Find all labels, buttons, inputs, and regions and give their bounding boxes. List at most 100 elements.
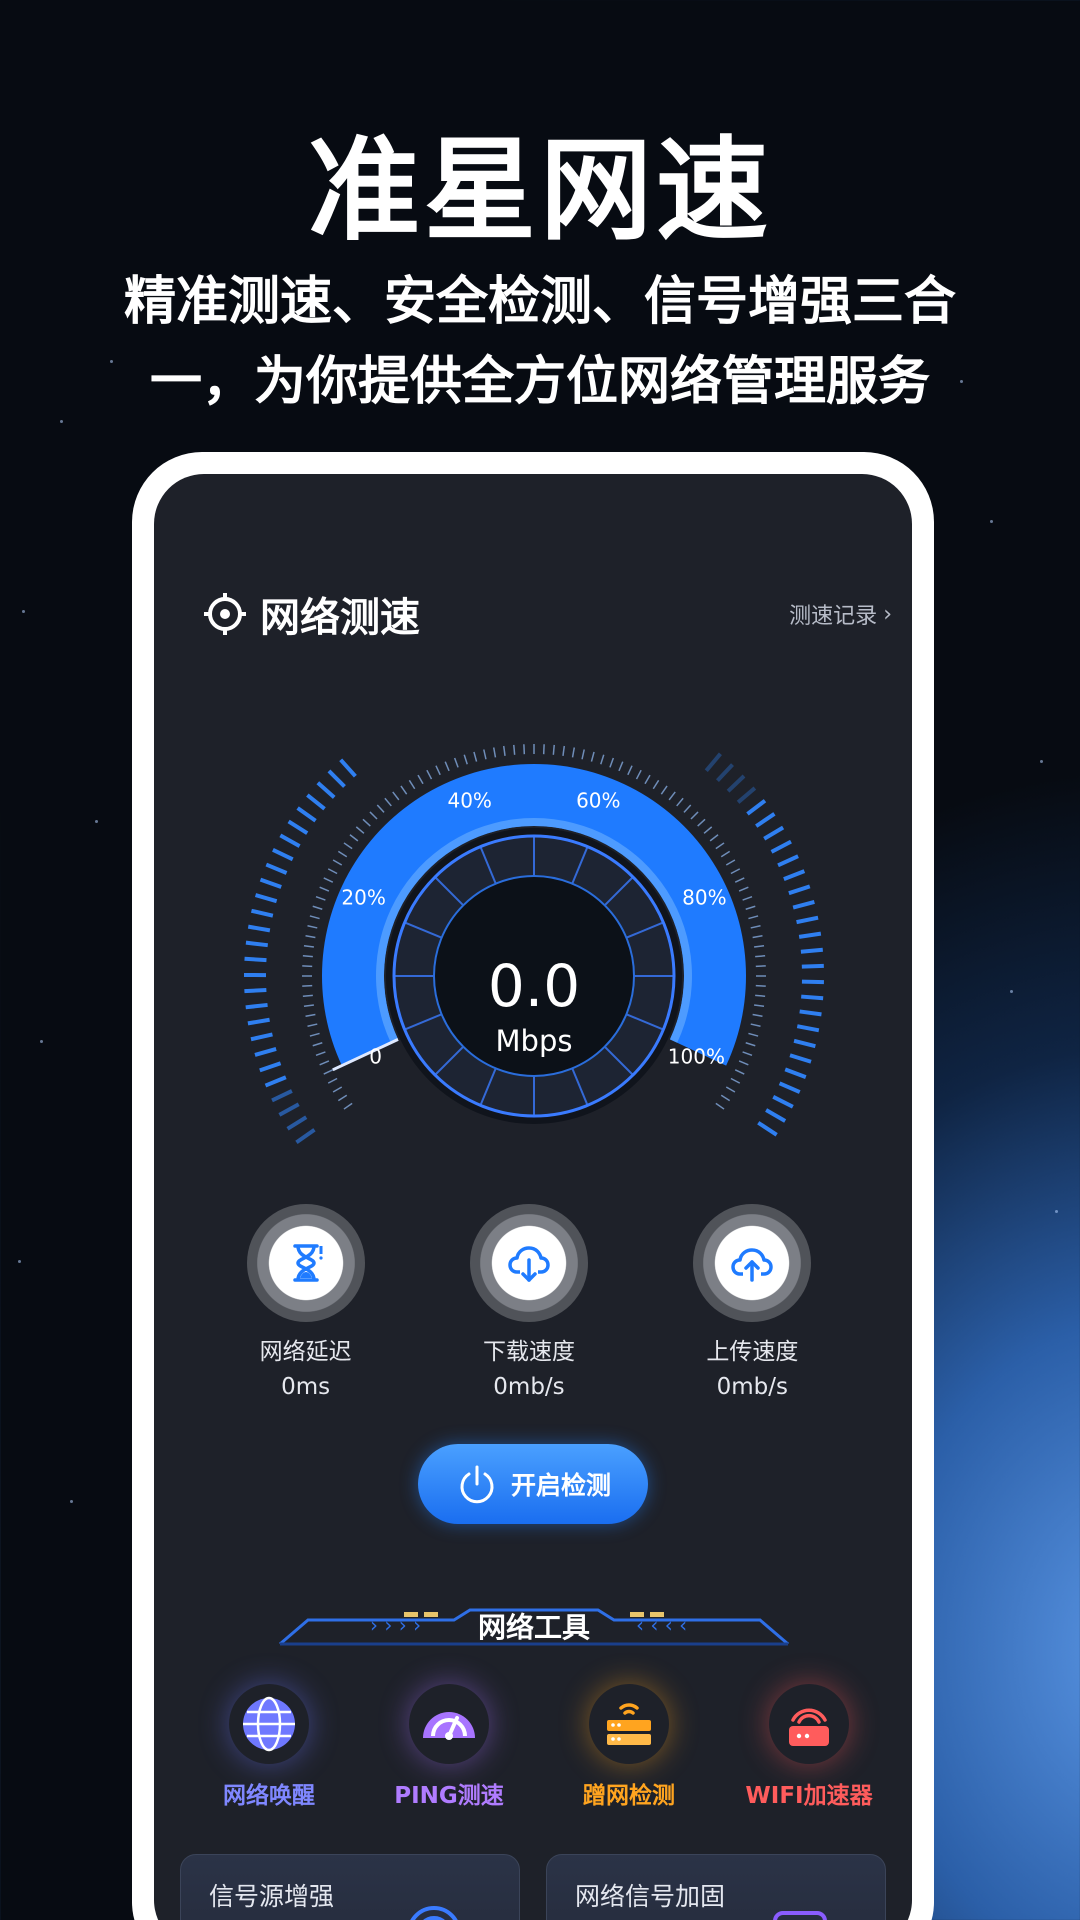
gauge-outer-bar — [306, 793, 326, 811]
gauge-tick-label: 60% — [576, 788, 620, 812]
speed-gauge: 0 20% 40% 60% 80% 100% 0.0 Mbps — [224, 724, 844, 1184]
page-title: 网络测速 — [260, 595, 420, 641]
hero-subtitle-line1: 精准测速、安全检测、信号增强三合 — [123, 272, 956, 332]
gauge-outer-bar — [296, 806, 317, 823]
gauge-scale-tick — [492, 747, 497, 758]
crosshair-icon — [204, 593, 246, 635]
phone-frame: 网络测速 测速记录 › 0 20% 40% 60% 80% 100% 0.0 Mbps — [132, 452, 934, 1920]
stat-download-label: 下载速度 — [482, 1339, 575, 1365]
gauge-scale-tick — [337, 1094, 348, 1102]
tool-ping-test-label: PING测速 — [394, 1783, 504, 1809]
gauge-scale-tick — [730, 868, 741, 875]
gauge-scale-tick — [463, 754, 468, 765]
gauge-scale-tick — [408, 779, 416, 790]
gauge-outer-bar — [798, 931, 822, 939]
gauge-scale-tick — [581, 749, 585, 760]
gauge-scale-tick — [349, 834, 359, 842]
stat-upload: 上传速度 0mb/s — [652, 1204, 852, 1400]
gauge-outer-bar — [271, 1089, 293, 1103]
tools-grid: 网络唤醒 PING测速 蹭网检测 WIFI加速器 — [184, 1684, 894, 1810]
stat-latency-value: 0ms — [281, 1374, 331, 1400]
gauge-scale-tick — [426, 769, 433, 780]
gauge-scale-tick — [502, 745, 506, 756]
stat-latency: 网络延迟 0ms — [206, 1204, 406, 1400]
gauge-scale-tick — [720, 1094, 731, 1102]
gauge-scale-tick — [690, 811, 699, 820]
signal-waves-icon — [410, 1906, 458, 1920]
gauge-outer-bar — [716, 763, 734, 783]
gauge-outer-bar — [295, 1128, 316, 1144]
gauge-scale-tick — [725, 859, 736, 866]
gauge-outer-bar — [777, 854, 799, 868]
tool-freeloader-detect[interactable]: 蹭网检测 — [544, 1684, 714, 1810]
gauge-outer-bar — [792, 899, 815, 910]
wifi-router-icon — [789, 1708, 829, 1746]
start-test-button[interactable]: 开启检测 — [418, 1444, 648, 1524]
feature-cards: 信号源增强 网络信号加固 — [180, 1854, 886, 1920]
gauge-outer-bar — [772, 1095, 794, 1109]
shield-icon — [773, 1911, 827, 1920]
gauge-scale-tick — [668, 791, 676, 801]
gauge-outer-bar — [796, 915, 819, 925]
gauge-tick-label: 40% — [447, 788, 491, 812]
gauge-scale-tick — [376, 804, 385, 813]
hero-title: 准星网速 — [308, 126, 772, 256]
gauge-scale-tick — [513, 744, 516, 755]
tool-freeloader-detect-label: 蹭网检测 — [583, 1783, 675, 1809]
stat-upload-badge — [693, 1204, 812, 1322]
gauge-scale-tick — [400, 785, 408, 795]
tool-network-wake[interactable]: 网络唤醒 — [184, 1684, 354, 1810]
tool-network-wake-badge — [229, 1684, 309, 1764]
gauge-outer-bar — [770, 839, 792, 854]
gauge-speed-value: 0.0 — [487, 952, 581, 1020]
gauge-outer-bar — [286, 1115, 308, 1131]
stat-upload-label: 上传速度 — [706, 1339, 799, 1365]
gauge-outer-bar — [245, 940, 269, 948]
power-icon — [460, 1465, 494, 1504]
gauge-scale-tick — [369, 811, 378, 820]
gauge-scale-tick — [703, 826, 713, 834]
gauge-outer-bar — [788, 884, 811, 896]
cloud-upload-icon — [731, 1248, 774, 1282]
gauge-scale-tick — [323, 877, 334, 883]
gauge-scale-tick — [444, 761, 450, 772]
gauge-scale-tick — [734, 877, 745, 883]
speed-history-link[interactable]: 测速记录 › — [789, 598, 892, 630]
gauge-outer-bar — [726, 774, 746, 793]
stat-latency-badge — [246, 1204, 365, 1322]
gauge-scale-tick — [609, 757, 615, 768]
router-icon — [607, 1703, 651, 1745]
gauge-scale-tick — [327, 1077, 338, 1084]
gauge-scale-tick — [323, 1069, 334, 1075]
gauge-scale-tick — [343, 842, 353, 850]
gauge-scale-tick — [392, 791, 400, 801]
card-signal-boost[interactable]: 信号源增强 — [180, 1854, 520, 1920]
gauge-scale-tick — [332, 859, 343, 866]
gauge-scale-tick — [752, 934, 763, 939]
gauge-outer-bar — [264, 1075, 287, 1088]
gauge-scale-tick — [315, 895, 326, 901]
gauge-scale-tick — [709, 834, 719, 842]
card-network-reinforce[interactable]: 网络信号加固 — [546, 1854, 886, 1920]
gauge-tick-label: 20% — [341, 886, 385, 910]
gauge-scale-tick — [562, 745, 566, 756]
gauge-outer-bar — [272, 847, 294, 862]
gauge-scale-tick — [362, 818, 371, 827]
stat-download-value: 0mb/s — [493, 1374, 565, 1400]
gauge-outer-bar — [265, 862, 288, 875]
gauge-outer-bar — [736, 786, 757, 804]
hourglass-icon — [292, 1244, 323, 1282]
tool-wifi-booster[interactable]: WIFI加速器 — [724, 1684, 894, 1810]
stats-row: 网络延迟 0ms 下载速度 0mb/s 上传速度 0mb/s — [194, 1204, 864, 1400]
stat-download-badge — [469, 1204, 588, 1322]
gauge-scale-tick — [730, 1077, 741, 1084]
stat-download: 下载速度 0mb/s — [429, 1204, 629, 1400]
tool-ping-test-badge — [409, 1684, 489, 1764]
gauge-outer-bar — [259, 877, 282, 889]
gauge-outer-bar — [757, 1121, 778, 1137]
gauge-outer-bar — [316, 781, 336, 799]
gauge-scale-tick — [738, 886, 749, 892]
tool-ping-test[interactable]: PING测速 — [364, 1684, 534, 1810]
gauge-outer-bar — [259, 1061, 282, 1073]
gauge-scale-tick — [453, 757, 459, 768]
